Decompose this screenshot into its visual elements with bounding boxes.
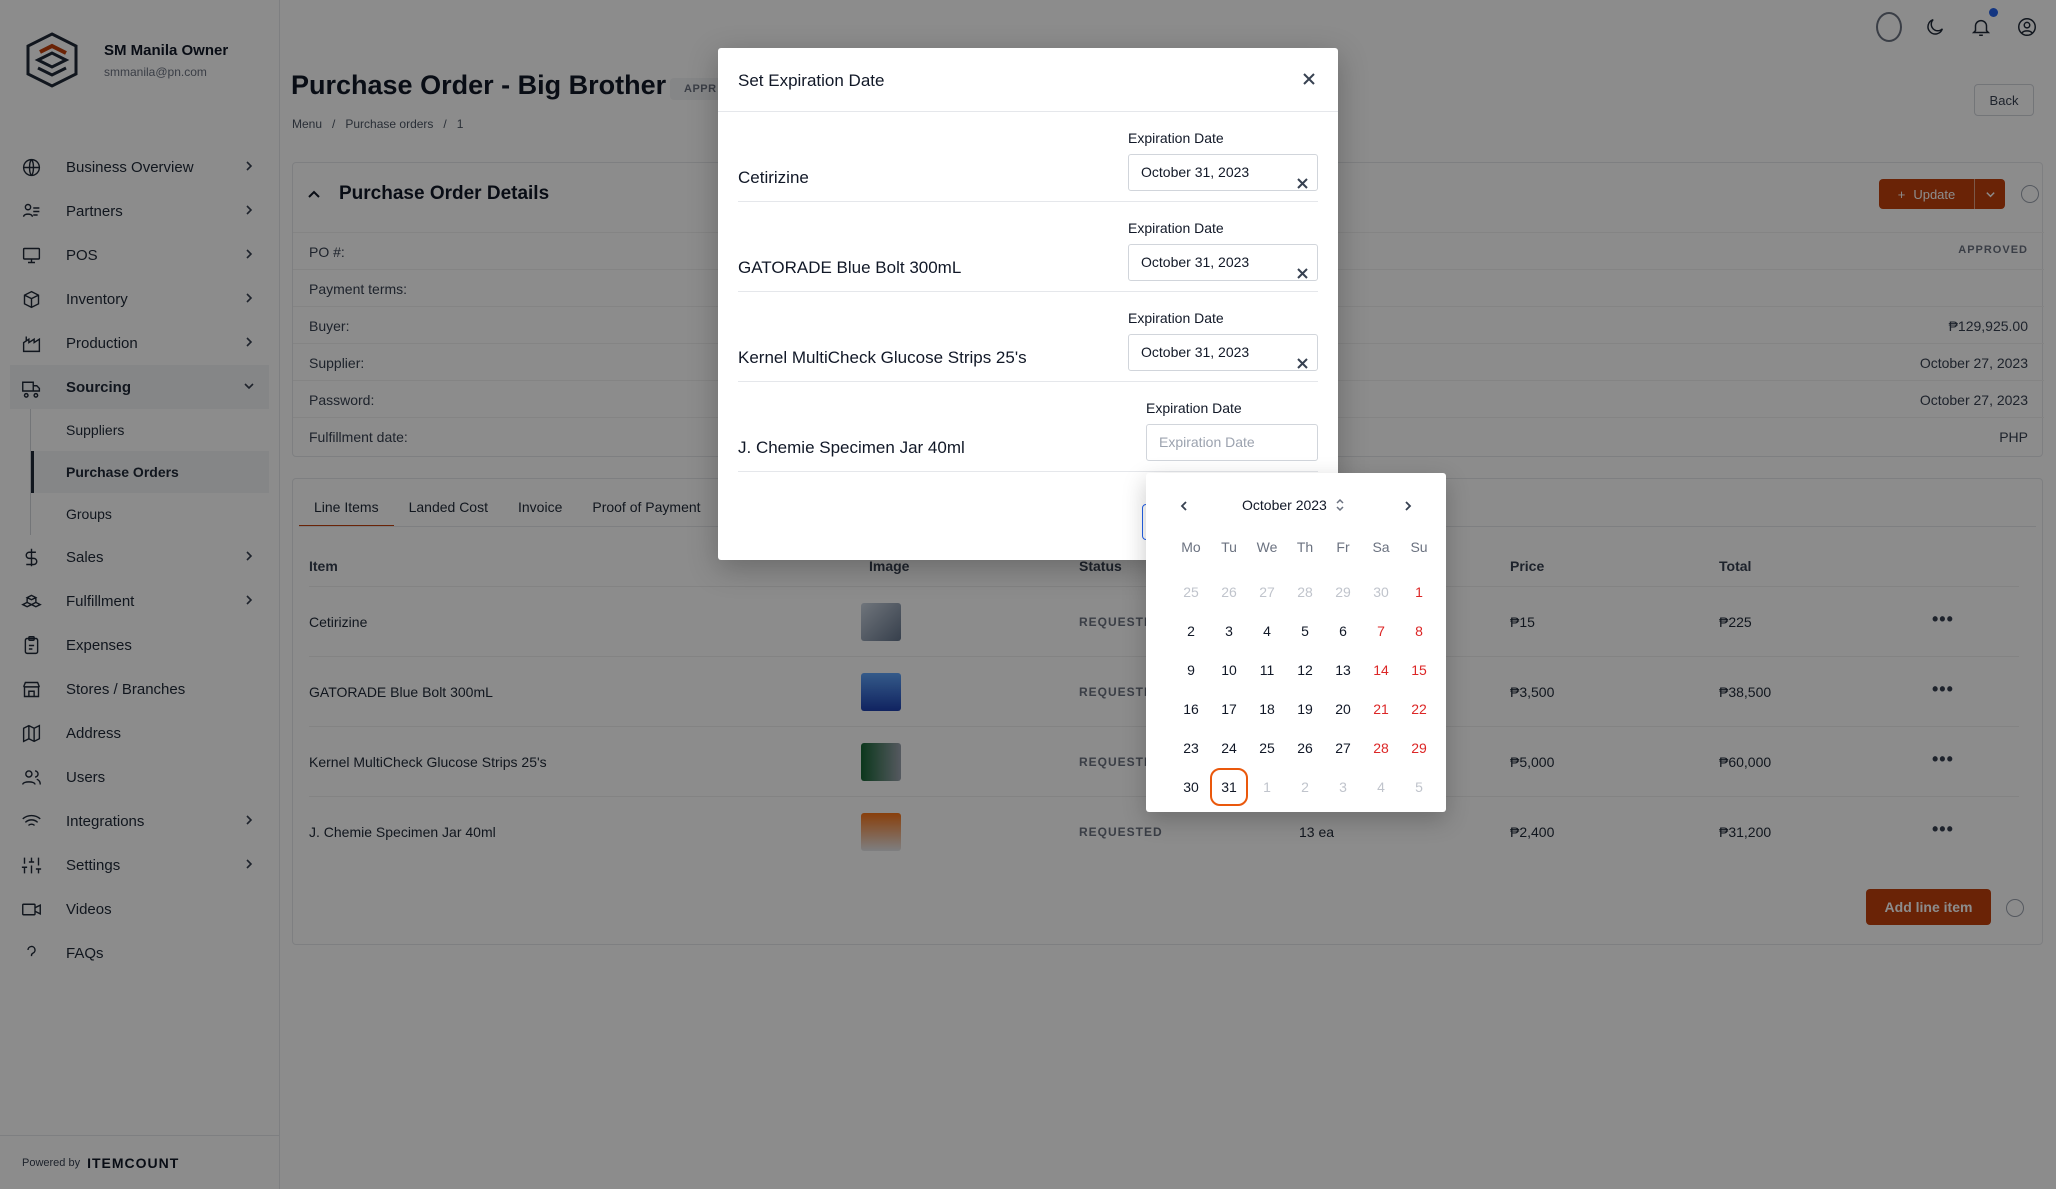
calendar-day[interactable]: 31	[1210, 768, 1248, 806]
calendar-day[interactable]: 20	[1324, 690, 1362, 728]
clear-icon[interactable]	[1297, 167, 1308, 189]
product-name: GATORADE Blue Bolt 300mL	[738, 258, 962, 277]
chevron-up-down-icon	[1336, 498, 1344, 512]
month-year-label: October 2023	[1242, 497, 1327, 513]
calendar-day[interactable]: 13	[1324, 651, 1362, 689]
calendar-day[interactable]: 6	[1324, 612, 1362, 650]
weekday-label: We	[1256, 539, 1278, 555]
weekday-label: Mo	[1181, 539, 1201, 555]
calendar-day[interactable]: 10	[1210, 651, 1248, 689]
expiration-date-input[interactable]: October 31, 2023	[1128, 154, 1318, 191]
expiration-row: Cetirizine Expiration Date October 31, 2…	[738, 112, 1318, 202]
calendar-day[interactable]: 30	[1362, 573, 1400, 611]
calendar-day[interactable]: 3	[1324, 768, 1362, 806]
calendar-day[interactable]: 16	[1172, 690, 1210, 728]
product-name: J. Chemie Specimen Jar 40ml	[738, 438, 965, 457]
calendar-day[interactable]: 15	[1400, 651, 1438, 689]
close-icon[interactable]	[1302, 72, 1316, 86]
calendar-day[interactable]: 11	[1248, 651, 1286, 689]
month-year-selector[interactable]: October 2023	[1242, 497, 1345, 513]
calendar-day[interactable]: 26	[1210, 573, 1248, 611]
expiration-date-value: October 31, 2023	[1141, 164, 1250, 180]
calendar-day[interactable]: 1	[1400, 573, 1438, 611]
expiration-row: J. Chemie Specimen Jar 40ml Expiration D…	[738, 382, 1318, 472]
calendar-day[interactable]: 4	[1248, 612, 1286, 650]
expiration-date-label: Expiration Date	[1128, 130, 1224, 146]
weekday-label: Su	[1410, 539, 1428, 555]
expiration-date-label: Expiration Date	[1146, 400, 1242, 416]
calendar-day[interactable]: 21	[1362, 690, 1400, 728]
clear-icon[interactable]	[1297, 347, 1308, 369]
calendar-day[interactable]: 14	[1362, 651, 1400, 689]
calendar-day[interactable]: 8	[1400, 612, 1438, 650]
calendar-day[interactable]: 4	[1362, 768, 1400, 806]
calendar-day[interactable]: 9	[1172, 651, 1210, 689]
date-picker: October 2023 Mo Tu We Th Fr Sa Su 25 26 27 28 29 30 1…	[1146, 473, 1446, 812]
calendar-day[interactable]: 24	[1210, 729, 1248, 767]
calendar-day[interactable]: 28	[1362, 729, 1400, 767]
chevron-left-icon[interactable]	[1178, 499, 1190, 517]
expiration-date-label: Expiration Date	[1128, 310, 1224, 326]
calendar-day[interactable]: 26	[1286, 729, 1324, 767]
calendar-day[interactable]: 19	[1286, 690, 1324, 728]
expiration-date-label: Expiration Date	[1128, 220, 1224, 236]
calendar-day[interactable]: 17	[1210, 690, 1248, 728]
calendar-day[interactable]: 25	[1248, 729, 1286, 767]
calendar-day[interactable]: 18	[1248, 690, 1286, 728]
date-picker-header: October 2023	[1146, 497, 1446, 517]
calendar-day[interactable]: 27	[1324, 729, 1362, 767]
expiration-row: GATORADE Blue Bolt 300mL Expiration Date…	[738, 202, 1318, 292]
calendar-day[interactable]: 2	[1172, 612, 1210, 650]
calendar-day[interactable]: 5	[1400, 768, 1438, 806]
calendar-day[interactable]: 7	[1362, 612, 1400, 650]
product-name: Cetirizine	[738, 168, 809, 187]
calendar-day[interactable]: 28	[1286, 573, 1324, 611]
modal-header: Set Expiration Date	[718, 48, 1338, 112]
calendar-day[interactable]: 23	[1172, 729, 1210, 767]
calendar-day[interactable]: 2	[1286, 768, 1324, 806]
calendar-day[interactable]: 1	[1248, 768, 1286, 806]
calendar-day[interactable]: 12	[1286, 651, 1324, 689]
app-root: SM Manila Owner smmanila@pn.com Business…	[0, 0, 2056, 1189]
expiration-date-input-empty[interactable]: Expiration Date	[1146, 424, 1318, 461]
calendar-day[interactable]: 30	[1172, 768, 1210, 806]
calendar-day[interactable]: 27	[1248, 573, 1286, 611]
weekday-label: Tu	[1221, 539, 1237, 555]
weekday-label: Fr	[1336, 539, 1350, 555]
chevron-right-icon[interactable]	[1402, 499, 1414, 517]
calendar-day[interactable]: 29	[1400, 729, 1438, 767]
weekday-label: Th	[1296, 539, 1314, 555]
clear-icon[interactable]	[1297, 257, 1308, 279]
weekday-label: Sa	[1372, 539, 1390, 555]
calendar-day[interactable]: 5	[1286, 612, 1324, 650]
expiration-date-input[interactable]: October 31, 2023	[1128, 244, 1318, 281]
calendar-day[interactable]: 29	[1324, 573, 1362, 611]
expiration-date-value: October 31, 2023	[1141, 254, 1250, 270]
expiration-row: Kernel MultiCheck Glucose Strips 25's Ex…	[738, 292, 1318, 382]
modal-title: Set Expiration Date	[738, 71, 885, 90]
expiration-date-input[interactable]: October 31, 2023	[1128, 334, 1318, 371]
calendar-day[interactable]: 22	[1400, 690, 1438, 728]
calendar-day[interactable]: 25	[1172, 573, 1210, 611]
calendar-day[interactable]: 3	[1210, 612, 1248, 650]
product-name: Kernel MultiCheck Glucose Strips 25's	[738, 348, 1027, 367]
expiration-date-value: October 31, 2023	[1141, 344, 1250, 360]
